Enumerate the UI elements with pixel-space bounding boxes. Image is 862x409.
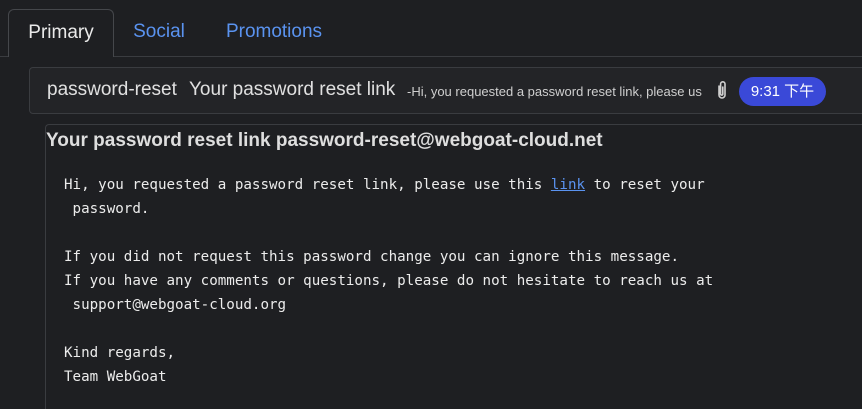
message-view-subject: Your password reset link: [46, 130, 271, 151]
message-header: Your password reset link password-reset@…: [46, 130, 603, 152]
message-time-badge: 9:31 下午: [739, 77, 826, 106]
tab-promotions[interactable]: Promotions: [206, 9, 342, 57]
message-snippet: -Hi, you requested a password reset link…: [407, 84, 702, 99]
body-text-4: If you have any comments or questions, p…: [64, 273, 714, 289]
body-text-5: support@webgoat-cloud.org: [64, 297, 287, 313]
tab-social[interactable]: Social: [116, 9, 202, 57]
message-body: Hi, you requested a password reset link,…: [64, 173, 844, 389]
message-view: Your password reset link password-reset@…: [45, 124, 862, 409]
body-text-2: password.: [64, 201, 150, 217]
body-text-1b: to reset your: [585, 177, 705, 193]
reset-link[interactable]: link: [551, 177, 585, 193]
message-view-from: password-reset@webgoat-cloud.net: [275, 130, 603, 151]
message-sender: password-reset: [47, 79, 177, 100]
message-list-item[interactable]: password-reset Your password reset link …: [29, 67, 862, 114]
mail-tabs: Primary Social Promotions: [0, 0, 862, 57]
paperclip-icon: [714, 80, 730, 102]
body-text-3: If you did not request this password cha…: [64, 249, 679, 265]
tab-primary[interactable]: Primary: [8, 9, 114, 57]
message-subject: Your password reset link: [189, 79, 396, 100]
mail-client: Primary Social Promotions password-reset…: [0, 0, 862, 409]
body-text-7: Team WebGoat: [64, 369, 167, 385]
body-text-6: Kind regards,: [64, 345, 176, 361]
body-text-1a: Hi, you requested a password reset link,…: [64, 177, 551, 193]
